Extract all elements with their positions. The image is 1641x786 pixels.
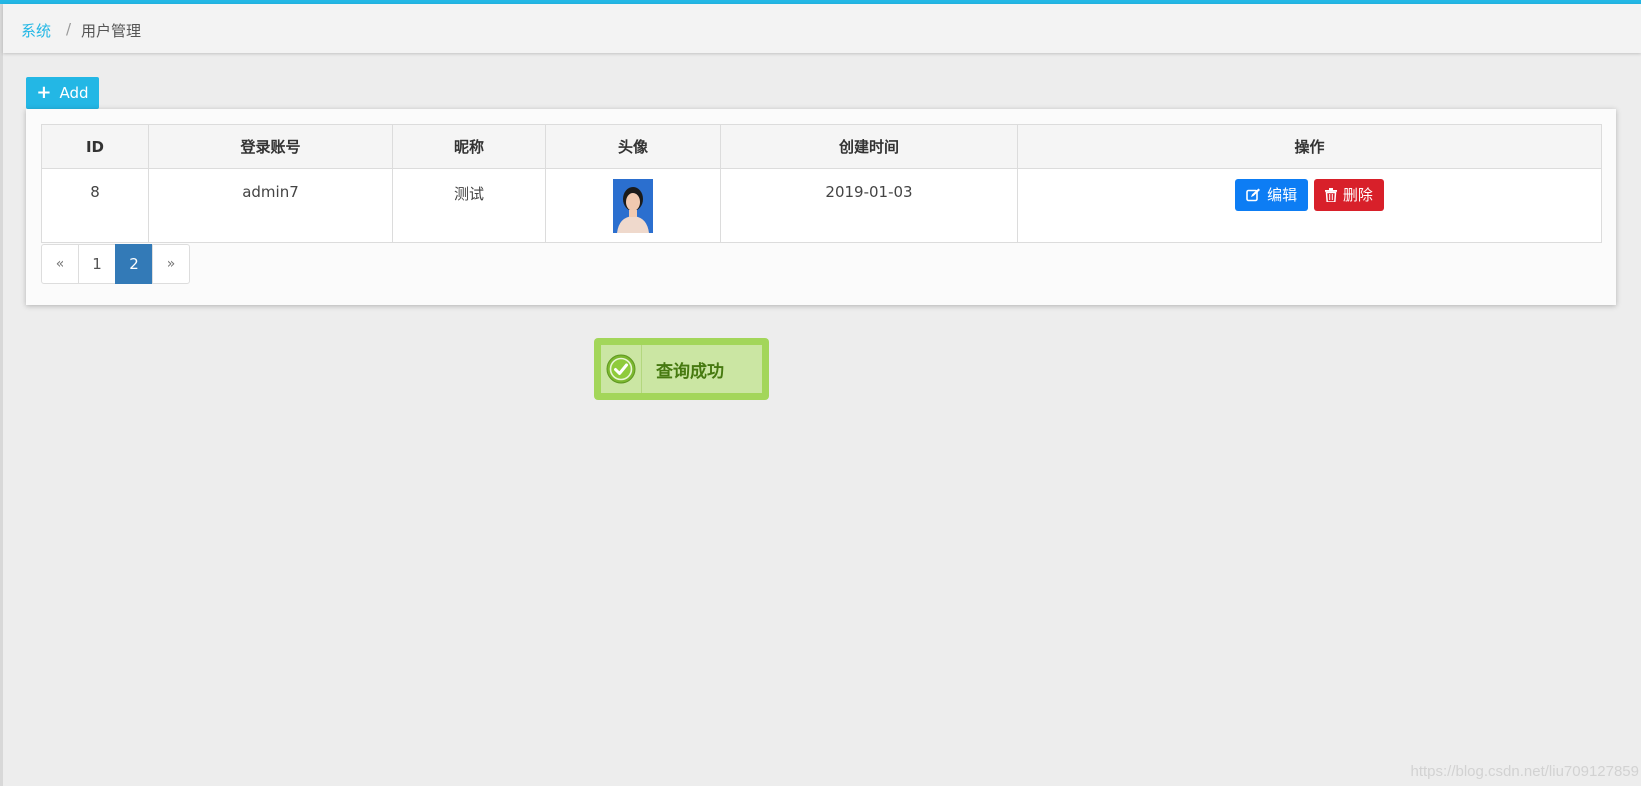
add-button[interactable]: + Add xyxy=(26,77,99,109)
table-header-row: ID 登录账号 昵称 头像 创建时间 操作 xyxy=(41,124,1602,169)
delete-button-label: 删除 xyxy=(1342,186,1373,204)
check-circle-icon xyxy=(606,354,636,384)
breadcrumb-separator: / xyxy=(66,20,72,38)
cell-nickname: 测试 xyxy=(392,168,546,243)
table-row: 8 admin7 测试 2019-01-03 编辑 删除 xyxy=(41,168,1602,243)
toast-body: 查询成功 xyxy=(601,345,762,393)
breadcrumb-current: 用户管理 xyxy=(81,22,142,40)
table-panel: ID 登录账号 昵称 头像 创建时间 操作 8 admin7 测试 2019-0… xyxy=(26,109,1616,305)
edit-icon xyxy=(1246,188,1261,202)
cell-avatar xyxy=(545,168,721,243)
pagination-page-2[interactable]: 2 xyxy=(115,244,153,284)
pagination-next[interactable]: » xyxy=(152,244,190,284)
pagination-prev[interactable]: « xyxy=(41,244,79,284)
trash-icon xyxy=(1324,188,1337,202)
column-header-id: ID xyxy=(41,124,149,169)
avatar xyxy=(613,179,653,233)
breadcrumb: 系统 / 用户管理 xyxy=(3,4,1641,53)
cell-actions: 编辑 删除 xyxy=(1017,168,1602,243)
column-header-avatar: 头像 xyxy=(545,124,721,169)
column-header-account: 登录账号 xyxy=(148,124,393,169)
success-toast: 查询成功 xyxy=(594,338,769,400)
plus-icon: + xyxy=(36,82,52,103)
toast-icon-wrap xyxy=(601,345,642,393)
avatar-photo xyxy=(613,179,653,233)
delete-button[interactable]: 删除 xyxy=(1313,179,1384,211)
breadcrumb-root-link[interactable]: 系统 xyxy=(21,20,51,41)
left-edge xyxy=(0,4,3,786)
toast-message: 查询成功 xyxy=(656,361,724,382)
column-header-nickname: 昵称 xyxy=(392,124,546,169)
cell-id: 8 xyxy=(41,168,149,243)
pagination: « 1 2 » xyxy=(41,244,190,284)
edit-button[interactable]: 编辑 xyxy=(1235,179,1309,211)
cell-created: 2019-01-03 xyxy=(720,168,1018,243)
edit-button-label: 编辑 xyxy=(1267,186,1298,204)
column-header-created: 创建时间 xyxy=(720,124,1018,169)
cell-account: admin7 xyxy=(148,168,393,243)
column-header-actions: 操作 xyxy=(1017,124,1602,169)
add-button-label: Add xyxy=(59,84,89,102)
pagination-page-1[interactable]: 1 xyxy=(78,244,116,284)
user-table: ID 登录账号 昵称 头像 创建时间 操作 8 admin7 测试 2019-0… xyxy=(41,124,1602,243)
watermark: https://blog.csdn.net/liu709127859 xyxy=(1410,763,1639,780)
